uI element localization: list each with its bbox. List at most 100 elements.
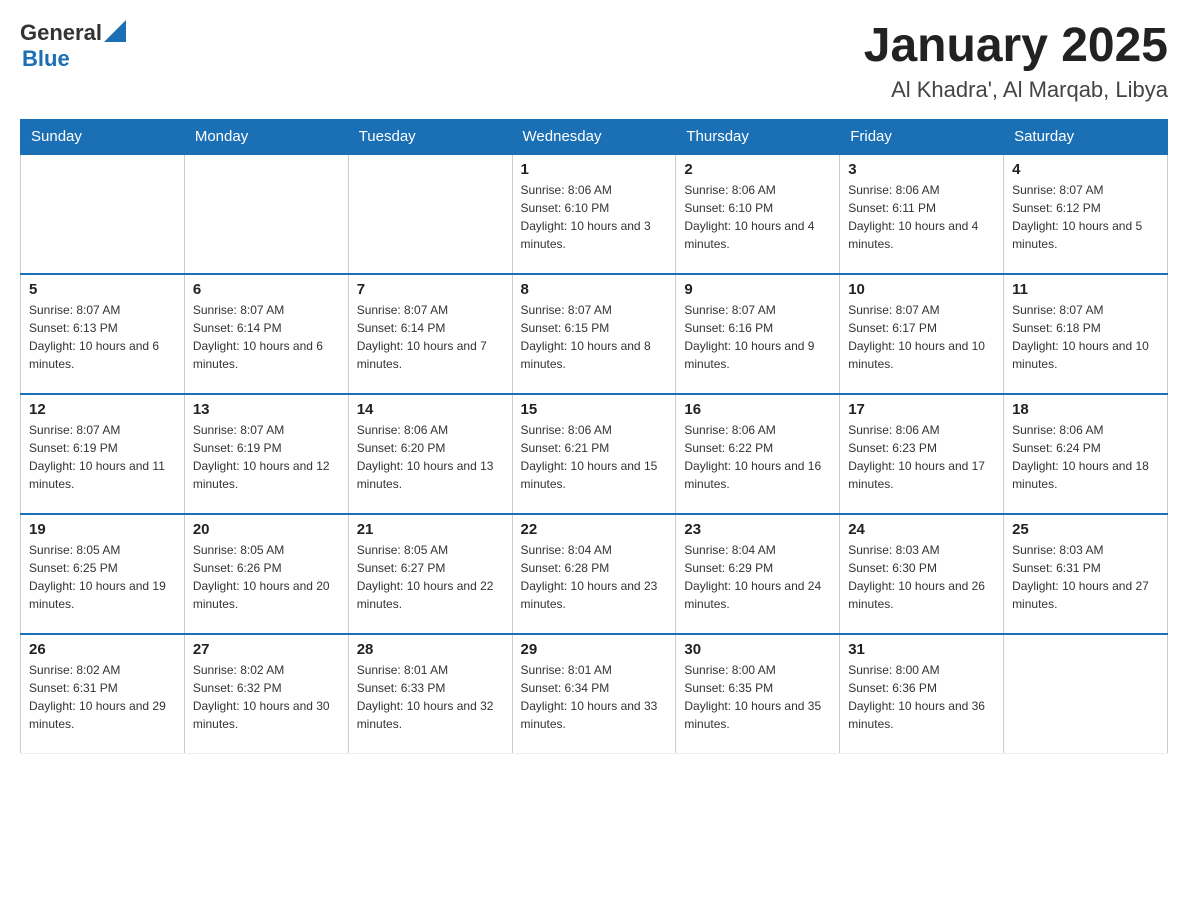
day-info: Sunrise: 8:02 AMSunset: 6:31 PMDaylight:… — [29, 661, 176, 733]
title-area: January 2025 Al Khadra', Al Marqab, Liby… — [864, 20, 1168, 103]
day-number: 13 — [193, 401, 340, 418]
day-info: Sunrise: 8:07 AMSunset: 6:14 PMDaylight:… — [193, 301, 340, 373]
day-number: 1 — [521, 161, 668, 178]
day-info: Sunrise: 8:03 AMSunset: 6:30 PMDaylight:… — [848, 541, 995, 613]
week-row-4: 19 Sunrise: 8:05 AMSunset: 6:25 PMDayligh… — [21, 514, 1168, 634]
day-info: Sunrise: 8:07 AMSunset: 6:15 PMDaylight:… — [521, 301, 668, 373]
day-info: Sunrise: 8:00 AMSunset: 6:35 PMDaylight:… — [684, 661, 831, 733]
weekday-header-monday: Monday — [184, 119, 348, 154]
day-info: Sunrise: 8:06 AMSunset: 6:23 PMDaylight:… — [848, 421, 995, 493]
day-cell: 3 Sunrise: 8:06 AMSunset: 6:11 PMDaylight… — [840, 154, 1004, 274]
day-info: Sunrise: 8:06 AMSunset: 6:22 PMDaylight:… — [684, 421, 831, 493]
day-number: 11 — [1012, 281, 1159, 298]
day-info: Sunrise: 8:06 AMSunset: 6:20 PMDaylight:… — [357, 421, 504, 493]
day-cell: 11 Sunrise: 8:07 AMSunset: 6:18 PMDayligh… — [1004, 274, 1168, 394]
day-cell: 13 Sunrise: 8:07 AMSunset: 6:19 PMDayligh… — [184, 394, 348, 514]
day-cell: 20Sunrise: 8:05 AMSunset: 6:26 PMDayligh… — [184, 514, 348, 634]
weekday-header-tuesday: Tuesday — [348, 119, 512, 154]
day-info: Sunrise: 8:03 AMSunset: 6:31 PMDaylight:… — [1012, 541, 1159, 613]
day-number: 28 — [357, 641, 504, 658]
day-cell: 8 Sunrise: 8:07 AMSunset: 6:15 PMDaylight… — [512, 274, 676, 394]
day-cell: 23 Sunrise: 8:04 AMSunset: 6:29 PMDayligh… — [676, 514, 840, 634]
day-number: 7 — [357, 281, 504, 298]
day-info: Sunrise: 8:02 AMSunset: 6:32 PMDaylight:… — [193, 661, 340, 733]
day-number: 14 — [357, 401, 504, 418]
day-cell: 24Sunrise: 8:03 AMSunset: 6:30 PMDayligh… — [840, 514, 1004, 634]
logo-general-text: General — [20, 20, 102, 46]
logo-blue-text: Blue — [22, 46, 126, 72]
day-number: 4 — [1012, 161, 1159, 178]
week-row-3: 12 Sunrise: 8:07 AMSunset: 6:19 PMDayligh… — [21, 394, 1168, 514]
day-number: 29 — [521, 641, 668, 658]
day-info: Sunrise: 8:07 AMSunset: 6:19 PMDaylight:… — [29, 421, 176, 493]
day-number: 20 — [193, 521, 340, 538]
day-number: 16 — [684, 401, 831, 418]
page-header: General Blue January 2025 Al Khadra', Al… — [20, 20, 1168, 103]
day-info: Sunrise: 8:04 AMSunset: 6:29 PMDaylight:… — [684, 541, 831, 613]
day-cell: 12 Sunrise: 8:07 AMSunset: 6:19 PMDayligh… — [21, 394, 185, 514]
day-info: Sunrise: 8:06 AMSunset: 6:10 PMDaylight:… — [521, 181, 668, 253]
day-cell — [348, 154, 512, 274]
day-cell: 28 Sunrise: 8:01 AMSunset: 6:33 PMDayligh… — [348, 634, 512, 754]
day-number: 3 — [848, 161, 995, 178]
day-info: Sunrise: 8:07 AMSunset: 6:18 PMDaylight:… — [1012, 301, 1159, 373]
day-info: Sunrise: 8:07 AMSunset: 6:12 PMDaylight:… — [1012, 181, 1159, 253]
day-info: Sunrise: 8:07 AMSunset: 6:13 PMDaylight:… — [29, 301, 176, 373]
day-cell: 15 Sunrise: 8:06 AMSunset: 6:21 PMDayligh… — [512, 394, 676, 514]
day-cell: 31 Sunrise: 8:00 AMSunset: 6:36 PMDayligh… — [840, 634, 1004, 754]
weekday-header-saturday: Saturday — [1004, 119, 1168, 154]
day-number: 17 — [848, 401, 995, 418]
day-cell: 5 Sunrise: 8:07 AMSunset: 6:13 PMDaylight… — [21, 274, 185, 394]
day-number: 12 — [29, 401, 176, 418]
day-cell: 10 Sunrise: 8:07 AMSunset: 6:17 PMDayligh… — [840, 274, 1004, 394]
day-cell: 2Sunrise: 8:06 AMSunset: 6:10 PMDaylight… — [676, 154, 840, 274]
day-number: 19 — [29, 521, 176, 538]
day-number: 23 — [684, 521, 831, 538]
weekday-header-friday: Friday — [840, 119, 1004, 154]
weekday-header-wednesday: Wednesday — [512, 119, 676, 154]
day-info: Sunrise: 8:06 AMSunset: 6:24 PMDaylight:… — [1012, 421, 1159, 493]
location-subtitle: Al Khadra', Al Marqab, Libya — [864, 77, 1168, 103]
day-info: Sunrise: 8:06 AMSunset: 6:11 PMDaylight:… — [848, 181, 995, 253]
day-cell: 1 Sunrise: 8:06 AMSunset: 6:10 PMDaylight… — [512, 154, 676, 274]
day-info: Sunrise: 8:00 AMSunset: 6:36 PMDaylight:… — [848, 661, 995, 733]
day-info: Sunrise: 8:07 AMSunset: 6:17 PMDaylight:… — [848, 301, 995, 373]
day-number: 5 — [29, 281, 176, 298]
day-info: Sunrise: 8:01 AMSunset: 6:33 PMDaylight:… — [357, 661, 504, 733]
day-cell: 27Sunrise: 8:02 AMSunset: 6:32 PMDayligh… — [184, 634, 348, 754]
day-cell: 16 Sunrise: 8:06 AMSunset: 6:22 PMDayligh… — [676, 394, 840, 514]
day-number: 9 — [684, 281, 831, 298]
day-number: 18 — [1012, 401, 1159, 418]
day-cell: 22Sunrise: 8:04 AMSunset: 6:28 PMDayligh… — [512, 514, 676, 634]
week-row-5: 26 Sunrise: 8:02 AMSunset: 6:31 PMDayligh… — [21, 634, 1168, 754]
day-cell: 7Sunrise: 8:07 AMSunset: 6:14 PMDaylight… — [348, 274, 512, 394]
day-cell: 4 Sunrise: 8:07 AMSunset: 6:12 PMDaylight… — [1004, 154, 1168, 274]
day-cell — [184, 154, 348, 274]
day-cell: 26 Sunrise: 8:02 AMSunset: 6:31 PMDayligh… — [21, 634, 185, 754]
day-cell: 29Sunrise: 8:01 AMSunset: 6:34 PMDayligh… — [512, 634, 676, 754]
day-info: Sunrise: 8:05 AMSunset: 6:25 PMDaylight:… — [29, 541, 176, 613]
day-number: 21 — [357, 521, 504, 538]
week-row-2: 5 Sunrise: 8:07 AMSunset: 6:13 PMDaylight… — [21, 274, 1168, 394]
day-number: 10 — [848, 281, 995, 298]
day-cell: 25Sunrise: 8:03 AMSunset: 6:31 PMDayligh… — [1004, 514, 1168, 634]
calendar-table: SundayMondayTuesdayWednesdayThursdayFrid… — [20, 119, 1168, 755]
logo: General Blue — [20, 20, 126, 72]
logo-triangle-icon — [104, 20, 126, 42]
day-number: 26 — [29, 641, 176, 658]
day-number: 15 — [521, 401, 668, 418]
day-cell — [1004, 634, 1168, 754]
day-cell: 9Sunrise: 8:07 AMSunset: 6:16 PMDaylight… — [676, 274, 840, 394]
day-number: 31 — [848, 641, 995, 658]
day-cell — [21, 154, 185, 274]
day-info: Sunrise: 8:07 AMSunset: 6:19 PMDaylight:… — [193, 421, 340, 493]
day-cell: 21Sunrise: 8:05 AMSunset: 6:27 PMDayligh… — [348, 514, 512, 634]
day-number: 6 — [193, 281, 340, 298]
day-info: Sunrise: 8:06 AMSunset: 6:21 PMDaylight:… — [521, 421, 668, 493]
day-cell: 30Sunrise: 8:00 AMSunset: 6:35 PMDayligh… — [676, 634, 840, 754]
weekday-header-row: SundayMondayTuesdayWednesdayThursdayFrid… — [21, 119, 1168, 154]
weekday-header-thursday: Thursday — [676, 119, 840, 154]
day-cell: 17 Sunrise: 8:06 AMSunset: 6:23 PMDayligh… — [840, 394, 1004, 514]
weekday-header-sunday: Sunday — [21, 119, 185, 154]
day-number: 8 — [521, 281, 668, 298]
